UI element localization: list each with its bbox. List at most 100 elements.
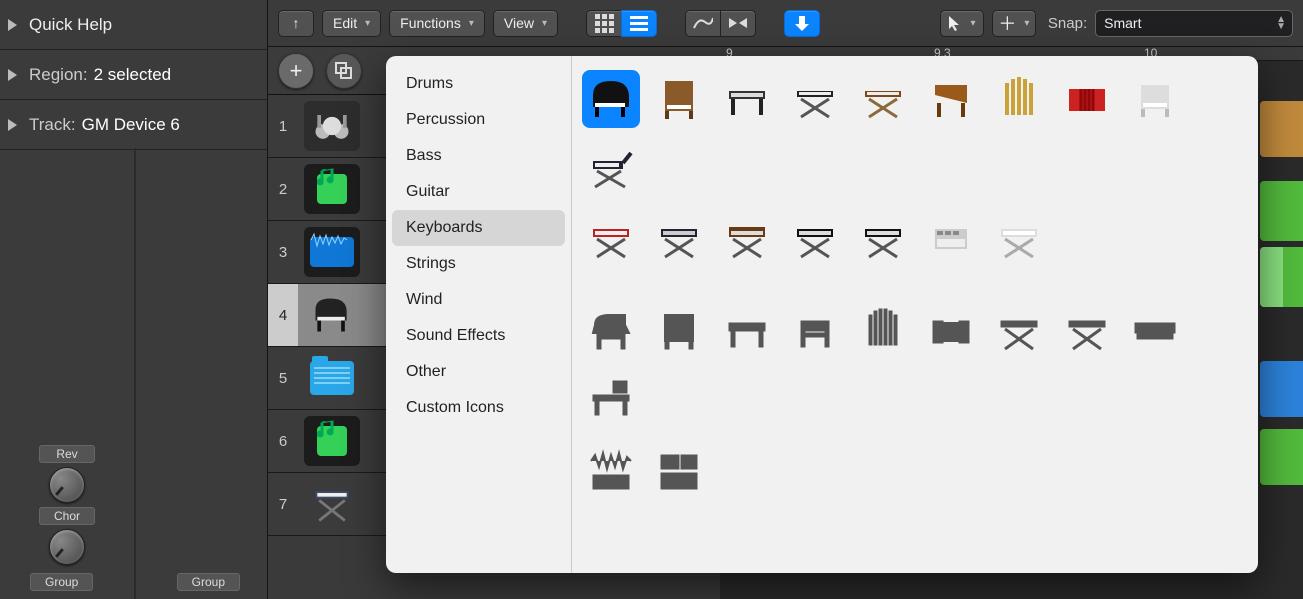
icon-outline-grand-piano[interactable] xyxy=(582,302,640,360)
icon-synth-dark[interactable] xyxy=(650,210,708,268)
icon-outline-electric-piano[interactable] xyxy=(718,302,776,360)
icon-synth-black[interactable] xyxy=(786,210,844,268)
icon-synth-red[interactable] xyxy=(582,210,640,268)
keyboard-stand-icon xyxy=(310,482,354,526)
track-row[interactable]: Track: GM Device 6 xyxy=(0,100,267,150)
add-track-button[interactable]: + xyxy=(278,53,314,89)
playhead-snap-button[interactable] xyxy=(784,10,820,37)
view-menu[interactable]: View▾ xyxy=(493,10,558,37)
automation-icon xyxy=(693,16,713,30)
inspector-panel: Quick Help Region: 2 selected Track: GM … xyxy=(0,0,268,599)
music-note-icon xyxy=(317,426,347,456)
edit-menu[interactable]: Edit▾ xyxy=(322,10,381,37)
icon-outline-midi-keyboard[interactable] xyxy=(650,442,708,500)
icon-outline-rack-synth[interactable] xyxy=(1126,302,1184,360)
icon-pipe-organ[interactable] xyxy=(990,70,1048,128)
icon-outline-upright-piano[interactable] xyxy=(650,302,708,360)
plus-icon: ＋ xyxy=(998,10,1016,36)
icon-drum-machine[interactable] xyxy=(922,210,980,268)
icon-picker-popover: Drums Percussion Bass Guitar Keyboards S… xyxy=(386,56,1258,573)
chor-knob[interactable] xyxy=(49,529,85,565)
loop-button[interactable] xyxy=(720,10,756,37)
group-badge-right[interactable]: Group xyxy=(177,573,240,591)
alt-tool-button[interactable]: ＋▾ xyxy=(992,10,1036,37)
region[interactable] xyxy=(1260,361,1303,417)
track-value: GM Device 6 xyxy=(82,115,180,135)
icon-workstation[interactable] xyxy=(854,210,912,268)
grid-icon xyxy=(595,14,614,33)
track-number: 5 xyxy=(268,370,298,387)
track-icon-drums[interactable] xyxy=(304,101,360,151)
drumkit-icon xyxy=(310,104,354,148)
icon-outline-synth-stand-2[interactable] xyxy=(1058,302,1116,360)
track-icon-folder[interactable] xyxy=(304,353,360,403)
chevron-down-icon: ▾ xyxy=(542,18,547,29)
automation-curve-button[interactable] xyxy=(685,10,721,37)
snap-select[interactable]: Smart ▲▼ xyxy=(1095,10,1293,37)
chevron-down-icon: ▾ xyxy=(365,18,370,29)
icon-harpsichord[interactable] xyxy=(922,70,980,128)
icon-accordion[interactable] xyxy=(1058,70,1116,128)
disclosure-triangle-icon[interactable] xyxy=(8,69,17,81)
quick-help-row[interactable]: Quick Help xyxy=(0,0,267,50)
icon-mellotron[interactable] xyxy=(1126,70,1184,128)
icon-outline-software-instrument[interactable] xyxy=(582,442,640,500)
track-icon-audio[interactable] xyxy=(304,227,360,277)
track-icon-midi[interactable] xyxy=(304,416,360,466)
grid-view-button[interactable] xyxy=(586,10,622,37)
icon-outline-pipe-organ[interactable] xyxy=(854,302,912,360)
folder-icon xyxy=(310,361,354,395)
icon-category-percussion[interactable]: Percussion xyxy=(392,102,565,138)
quick-help-label: Quick Help xyxy=(29,15,112,35)
icon-clavinet[interactable] xyxy=(854,70,912,128)
icon-category-other[interactable]: Other xyxy=(392,354,565,390)
chevron-down-icon: ▾ xyxy=(970,18,975,29)
icon-category-keyboards[interactable]: Keyboards xyxy=(392,210,565,246)
icon-stage-piano[interactable] xyxy=(786,70,844,128)
icon-electric-piano[interactable] xyxy=(718,70,776,128)
rev-knob[interactable] xyxy=(49,467,85,503)
region-selected[interactable] xyxy=(1260,247,1283,307)
region[interactable] xyxy=(1260,429,1303,485)
icon-grand-piano[interactable] xyxy=(582,70,640,128)
snap-label: Snap: xyxy=(1048,15,1087,32)
track-number: 7 xyxy=(268,496,298,513)
icon-category-guitar[interactable]: Guitar xyxy=(392,174,565,210)
functions-menu[interactable]: Functions▾ xyxy=(389,10,485,37)
list-view-button[interactable] xyxy=(621,10,657,37)
snap-value: Smart xyxy=(1104,15,1141,31)
track-number: 4 xyxy=(268,284,298,346)
disclosure-triangle-icon[interactable] xyxy=(8,19,17,31)
editor-toolbar: Edit▾ Functions▾ View▾ ▾ ＋▾ Snap: Smart … xyxy=(268,0,1303,47)
duplicate-track-button[interactable] xyxy=(326,53,362,89)
icon-category-custom-icons[interactable]: Custom Icons xyxy=(392,390,565,426)
icon-category-bass[interactable]: Bass xyxy=(392,138,565,174)
icon-category-wind[interactable]: Wind xyxy=(392,282,565,318)
up-arrow-button[interactable] xyxy=(278,10,314,37)
region-row[interactable]: Region: 2 selected xyxy=(0,50,267,100)
region[interactable] xyxy=(1260,181,1303,241)
region[interactable] xyxy=(1260,101,1303,157)
icon-outline-accordion[interactable] xyxy=(922,302,980,360)
track-icon-piano[interactable] xyxy=(304,290,360,340)
track-icon-keyboard[interactable] xyxy=(304,479,360,529)
waveform-icon xyxy=(310,237,354,267)
pointer-tool-button[interactable]: ▾ xyxy=(940,10,984,37)
icon-category-sound-effects[interactable]: Sound Effects xyxy=(392,318,565,354)
chor-knob-label: Chor xyxy=(39,507,95,525)
disclosure-triangle-icon[interactable] xyxy=(8,119,17,131)
track-icon-midi[interactable] xyxy=(304,164,360,214)
icon-outline-synth-stand[interactable] xyxy=(990,302,1048,360)
icon-controller[interactable] xyxy=(990,210,1048,268)
icon-category-drums[interactable]: Drums xyxy=(392,66,565,102)
group-badge-left[interactable]: Group xyxy=(30,573,93,591)
icon-category-strings[interactable]: Strings xyxy=(392,246,565,282)
icon-upright-piano[interactable] xyxy=(650,70,708,128)
loop-icon xyxy=(727,16,749,30)
icon-keytar[interactable] xyxy=(582,138,640,196)
icon-outline-workstation[interactable] xyxy=(582,370,640,428)
plus-icon: + xyxy=(290,58,303,84)
icon-outline-organ[interactable] xyxy=(786,302,844,360)
icon-synth-wood[interactable] xyxy=(718,210,776,268)
track-number: 2 xyxy=(268,181,298,198)
